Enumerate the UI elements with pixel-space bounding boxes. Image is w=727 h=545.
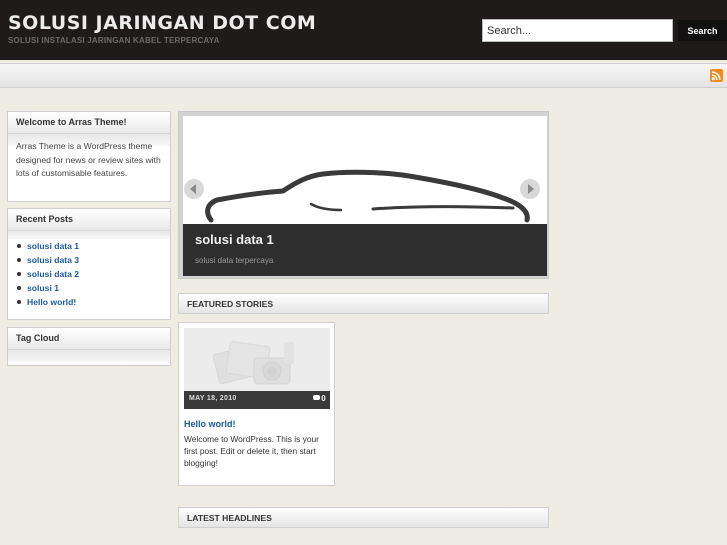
post-excerpt: Welcome to WordPress. This is your first… [184,434,319,469]
nav-bar [0,63,727,88]
post-thumbnail[interactable] [184,328,330,396]
featured-stories-heading: FEATURED STORIES [178,293,549,314]
slide-title[interactable]: solusi data 1 [195,232,274,247]
site-header: SOLUSI JARINGAN DOT COM SOLUSI INSTALASI… [0,0,727,60]
slide-subtitle: solusi data terpercaya [195,256,274,265]
widget-divider [8,350,170,362]
rss-icon[interactable] [710,69,723,82]
arrow-left-icon[interactable] [184,179,204,199]
recent-posts-list: solusi data 1 solusi data 3 solusi data … [8,239,170,313]
recent-post-link[interactable]: solusi data 2 [16,267,170,281]
recent-post-link[interactable]: solusi data 3 [16,253,170,267]
widget-title: Tag Cloud [8,328,170,350]
site-tagline: SOLUSI INSTALASI JARINGAN KABEL TERPERCA… [8,36,220,45]
search-input[interactable] [482,19,673,42]
comment-count-value: 0 [321,394,326,403]
post-meta-bar: MAY 18, 2010 0 [184,391,330,409]
tag-cloud-widget: Tag Cloud [7,327,171,366]
featured-post-card[interactable]: MAY 18, 2010 0 Hello world! Welcome to W… [178,322,335,486]
site-title[interactable]: SOLUSI JARINGAN DOT COM [8,12,316,34]
arrow-right-icon[interactable] [520,179,540,199]
comment-bubble-icon [313,395,321,400]
recent-post-link[interactable]: Hello world! [16,295,170,309]
latest-headlines-heading: LATEST HEADLINES [178,507,549,528]
post-date: MAY 18, 2010 [189,395,237,402]
slide-caption[interactable]: solusi data 1 solusi data terpercaya [183,224,547,276]
welcome-widget: Welcome to Arras Theme! Arras Theme is a… [7,111,171,202]
welcome-text: Arras Theme is a WordPress theme designe… [16,141,161,178]
widget-title: Welcome to Arras Theme! [8,112,170,134]
slide-image[interactable] [183,116,547,224]
recent-post-link[interactable]: solusi 1 [16,281,170,295]
search-button[interactable]: Search [678,20,727,41]
recent-posts-widget: Recent Posts solusi data 1 solusi data 3… [7,208,171,320]
widget-divider [8,231,170,239]
comment-count[interactable]: 0 [313,394,326,403]
recent-post-link[interactable]: solusi data 1 [16,239,170,253]
widget-title: Recent Posts [8,209,170,231]
post-title[interactable]: Hello world! [184,419,236,429]
featured-slideshow[interactable]: solusi data 1 solusi data terpercaya [178,111,549,279]
